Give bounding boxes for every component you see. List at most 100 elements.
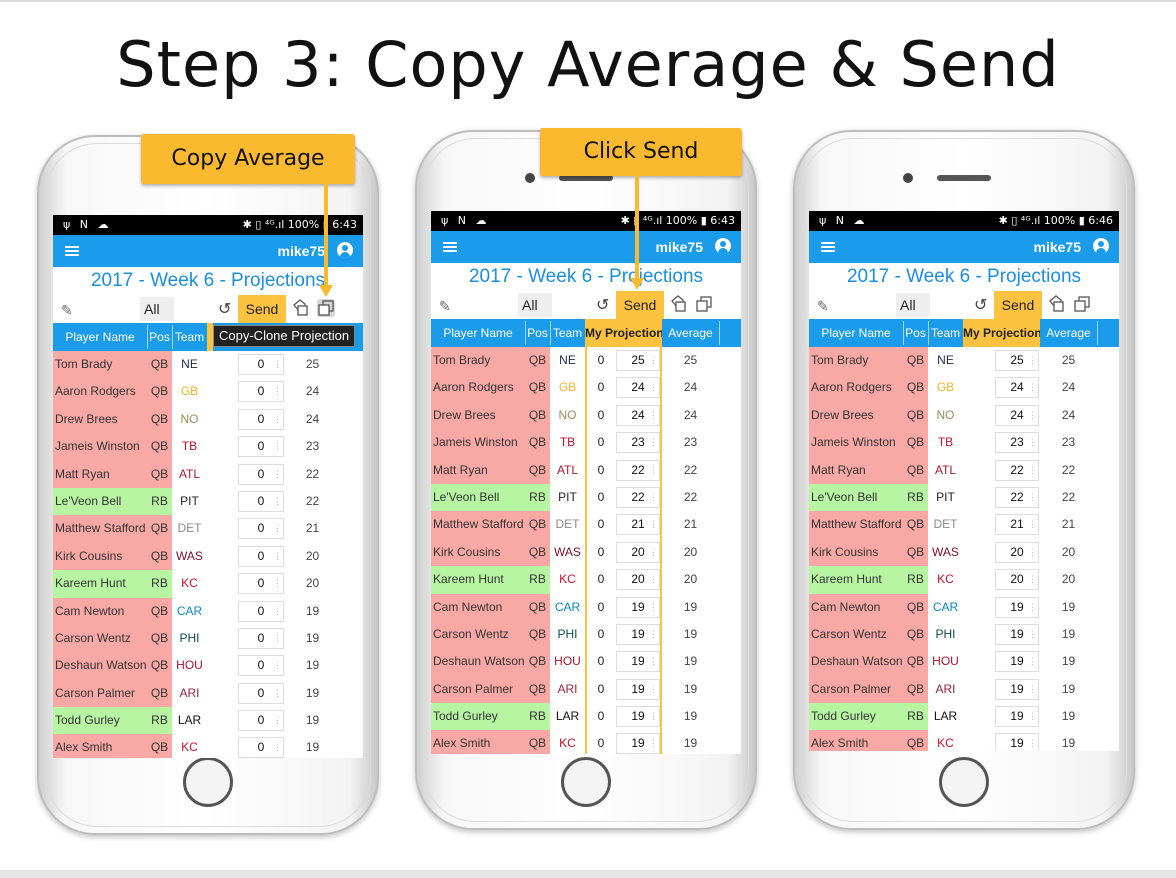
- projection-input[interactable]: 0: [238, 600, 284, 622]
- projection-input[interactable]: 22: [995, 459, 1039, 481]
- col-team[interactable]: Team: [928, 319, 963, 347]
- projection-input[interactable]: 0: [238, 408, 284, 430]
- projection-input[interactable]: 21: [995, 514, 1039, 536]
- player-name[interactable]: Tom Brady: [53, 351, 147, 379]
- projection-input[interactable]: 0: [238, 354, 284, 375]
- col-pos[interactable]: Pos: [525, 319, 550, 347]
- home-button[interactable]: [939, 757, 989, 807]
- player-name[interactable]: Drew Brees: [809, 401, 903, 430]
- projection-input[interactable]: 22: [995, 486, 1039, 508]
- player-name[interactable]: Carson Palmer: [809, 675, 903, 704]
- copy-clone-icon[interactable]: [695, 295, 713, 313]
- player-name[interactable]: Kirk Cousins: [431, 538, 525, 567]
- projection-input[interactable]: 23: [995, 432, 1039, 454]
- player-name[interactable]: Kareem Hunt: [809, 566, 903, 594]
- projection-input[interactable]: 0: [238, 655, 284, 677]
- player-name[interactable]: Carson Wentz: [431, 620, 525, 649]
- projection-input[interactable]: 19: [995, 733, 1039, 751]
- edit-icon[interactable]: ✎: [439, 298, 451, 315]
- copy-average-icon[interactable]: [291, 299, 309, 317]
- player-name[interactable]: Carson Palmer: [431, 675, 525, 704]
- player-name[interactable]: Kirk Cousins: [53, 542, 147, 571]
- player-name[interactable]: Todd Gurley: [809, 703, 903, 731]
- projection-input[interactable]: 25: [616, 350, 660, 371]
- player-name[interactable]: Cam Newton: [809, 593, 903, 621]
- copy-average-icon[interactable]: [1047, 295, 1065, 313]
- player-name[interactable]: Todd Gurley: [431, 703, 525, 731]
- player-name[interactable]: Deshaun Watson: [809, 648, 903, 676]
- user-icon[interactable]: [715, 238, 731, 254]
- col-team[interactable]: Team: [172, 323, 207, 351]
- projection-input[interactable]: 19: [995, 596, 1039, 618]
- edit-icon[interactable]: ✎: [817, 298, 829, 315]
- col-pos[interactable]: Pos: [903, 319, 928, 347]
- projection-input[interactable]: 0: [238, 710, 284, 732]
- projection-input[interactable]: 0: [238, 381, 284, 403]
- projection-input[interactable]: 20: [995, 541, 1039, 563]
- projection-input[interactable]: 0: [238, 490, 284, 512]
- player-name[interactable]: Matthew Stafford: [53, 515, 147, 543]
- projection-input[interactable]: 19: [995, 651, 1039, 673]
- player-name[interactable]: Drew Brees: [431, 401, 525, 430]
- menu-icon[interactable]: [821, 242, 835, 252]
- col-my-projection[interactable]: My Projection: [585, 319, 662, 347]
- player-name[interactable]: Jameis Winston: [809, 429, 903, 457]
- player-name[interactable]: Matt Ryan: [431, 456, 525, 484]
- copy-average-icon[interactable]: [669, 295, 687, 313]
- col-average[interactable]: Average: [1041, 319, 1096, 347]
- user-icon[interactable]: [337, 242, 353, 258]
- projection-input[interactable]: 19: [616, 651, 660, 673]
- home-button[interactable]: [561, 757, 611, 807]
- player-name[interactable]: Cam Newton: [53, 597, 147, 625]
- player-name[interactable]: Kareem Hunt: [431, 566, 525, 594]
- projection-input[interactable]: 0: [238, 737, 284, 758]
- col-my-projection[interactable]: My Projection: [963, 319, 1040, 347]
- undo-icon[interactable]: ↺: [218, 299, 231, 319]
- col-team[interactable]: Team: [550, 319, 585, 347]
- player-name[interactable]: Carson Palmer: [53, 679, 147, 708]
- copy-clone-icon[interactable]: [1073, 295, 1091, 313]
- player-name[interactable]: Aaron Rodgers: [53, 378, 147, 406]
- projection-input[interactable]: 19: [995, 623, 1039, 645]
- player-name[interactable]: Carson Wentz: [809, 620, 903, 649]
- player-name[interactable]: Aaron Rodgers: [809, 374, 903, 402]
- player-name[interactable]: Le'Veon Bell: [809, 483, 903, 512]
- projection-input[interactable]: 0: [238, 573, 284, 595]
- projection-input[interactable]: 0: [238, 627, 284, 649]
- projection-input[interactable]: 19: [616, 733, 660, 754]
- col-player-name[interactable]: Player Name: [809, 319, 903, 347]
- projection-input[interactable]: 0: [238, 436, 284, 458]
- player-name[interactable]: Aaron Rodgers: [431, 374, 525, 402]
- projection-input[interactable]: 19: [995, 678, 1039, 700]
- projection-input[interactable]: 25: [995, 350, 1039, 371]
- projection-input[interactable]: 24: [995, 377, 1039, 399]
- player-name[interactable]: Cam Newton: [431, 593, 525, 621]
- projection-input[interactable]: 24: [616, 404, 660, 426]
- player-name[interactable]: Kirk Cousins: [809, 538, 903, 567]
- edit-icon[interactable]: ✎: [61, 302, 73, 319]
- filter-select[interactable]: All: [896, 293, 930, 317]
- projection-input[interactable]: 0: [238, 518, 284, 540]
- player-name[interactable]: Le'Veon Bell: [53, 487, 147, 516]
- projection-input[interactable]: 0: [238, 463, 284, 485]
- projection-input[interactable]: 19: [616, 596, 660, 618]
- home-button[interactable]: [183, 757, 233, 807]
- player-name[interactable]: Jameis Winston: [53, 433, 147, 461]
- projection-input[interactable]: 24: [616, 377, 660, 399]
- projection-input[interactable]: 20: [616, 541, 660, 563]
- player-name[interactable]: Tom Brady: [431, 347, 525, 375]
- send-button[interactable]: Send: [238, 295, 286, 323]
- projection-input[interactable]: 22: [616, 486, 660, 508]
- send-button[interactable]: Send: [616, 291, 664, 319]
- projection-input[interactable]: 20: [995, 569, 1039, 591]
- undo-icon[interactable]: ↺: [596, 295, 609, 315]
- projection-input[interactable]: 21: [616, 514, 660, 536]
- col-player-name[interactable]: Player Name: [53, 323, 147, 351]
- copy-clone-icon[interactable]: [317, 299, 335, 317]
- menu-icon[interactable]: [65, 246, 79, 256]
- projection-input[interactable]: 19: [616, 706, 660, 728]
- filter-select[interactable]: All: [518, 293, 552, 317]
- projection-input[interactable]: 23: [616, 432, 660, 454]
- player-name[interactable]: Tom Brady: [809, 347, 903, 375]
- player-name[interactable]: Drew Brees: [53, 405, 147, 434]
